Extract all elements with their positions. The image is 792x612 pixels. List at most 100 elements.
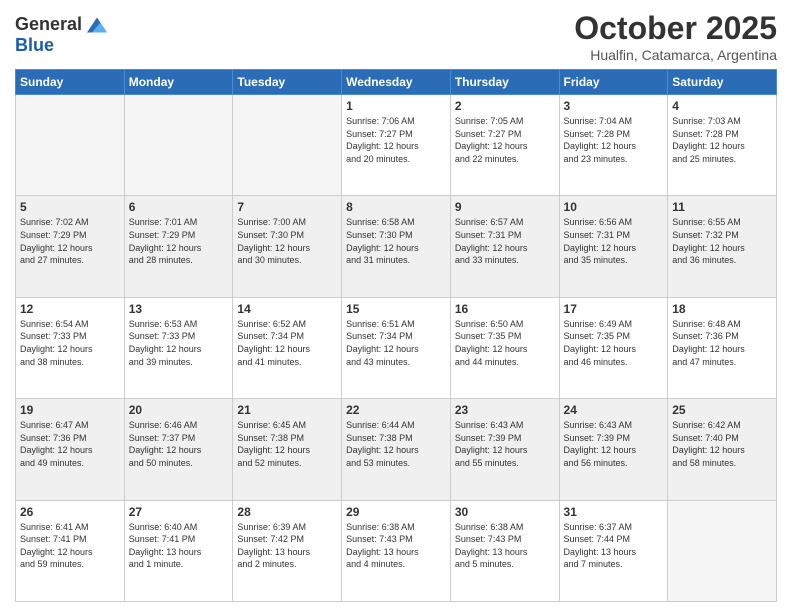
cell-date-number: 7 [237,200,337,214]
header-tuesday: Tuesday [233,70,342,95]
cell-date-number: 26 [20,505,120,519]
table-row: 31 Sunrise: 6:37 AM Sunset: 7:44 PM Dayli… [559,500,668,601]
table-row: 3 Sunrise: 7:04 AM Sunset: 7:28 PM Daylig… [559,95,668,196]
table-row: 23 Sunrise: 6:43 AM Sunset: 7:39 PM Dayli… [450,399,559,500]
cell-info: Sunrise: 6:43 AM Sunset: 7:39 PM Dayligh… [564,419,664,469]
cell-date-number: 4 [672,99,772,113]
table-row: 14Sunrise: 6:52 AM Sunset: 7:34 PM Dayli… [233,297,342,398]
cell-date-number: 22 [346,403,446,417]
header: General Blue October 2025 Hualfin, Catam… [15,10,777,63]
cell-date-number: 31 [564,505,664,519]
header-monday: Monday [124,70,233,95]
table-row: 13 Sunrise: 6:53 AM Sunset: 7:33 PM Dayli… [124,297,233,398]
logo: General Blue [15,14,107,56]
cell-info: Sunrise: 6:56 AM Sunset: 7:31 PM Dayligh… [564,216,664,266]
cell-info: Sunrise: 6:44 AM Sunset: 7:38 PM Dayligh… [346,419,446,469]
cell-date-number: 9 [455,200,555,214]
table-row [233,95,342,196]
cell-info: Sunrise: 6:43 AM Sunset: 7:39 PM Dayligh… [455,419,555,469]
table-row [668,500,777,601]
header-sunday: Sunday [16,70,125,95]
cell-date-number: 16 [455,302,555,316]
table-row: 11 Sunrise: 6:55 AM Sunset: 7:32 PM Dayli… [668,196,777,297]
cell-date-number: 10 [564,200,664,214]
cell-date-number: 11 [672,200,772,214]
cell-info: Sunrise: 6:58 AM Sunset: 7:30 PM Dayligh… [346,216,446,266]
logo-text-area: General Blue [15,14,107,56]
cell-date-number: 2 [455,99,555,113]
cell-info: Sunrise: 7:06 AM Sunset: 7:27 PM Dayligh… [346,115,446,165]
cell-date-number: 19 [20,403,120,417]
cell-info: Sunrise: 6:42 AM Sunset: 7:40 PM Dayligh… [672,419,772,469]
table-row: 2 Sunrise: 7:05 AM Sunset: 7:27 PM Daylig… [450,95,559,196]
cell-info: Sunrise: 7:05 AM Sunset: 7:27 PM Dayligh… [455,115,555,165]
header-thursday: Thursday [450,70,559,95]
header-friday: Friday [559,70,668,95]
calendar-table: Sunday Monday Tuesday Wednesday Thursday… [15,69,777,602]
table-row: 26 Sunrise: 6:41 AM Sunset: 7:41 PM Dayli… [16,500,125,601]
cell-date-number: 21 [237,403,337,417]
cell-info: Sunrise: 7:01 AM Sunset: 7:29 PM Dayligh… [129,216,229,266]
cell-info: Sunrise: 6:51 AM Sunset: 7:34 PM Dayligh… [346,318,446,368]
cell-info: Sunrise: 6:38 AM Sunset: 7:43 PM Dayligh… [455,521,555,571]
table-row: 27 Sunrise: 6:40 AM Sunset: 7:41 PM Dayli… [124,500,233,601]
table-row: 30 Sunrise: 6:38 AM Sunset: 7:43 PM Dayli… [450,500,559,601]
cell-date-number: 23 [455,403,555,417]
cell-info: Sunrise: 6:54 AM Sunset: 7:33 PM Dayligh… [20,318,120,368]
cell-info: Sunrise: 6:41 AM Sunset: 7:41 PM Dayligh… [20,521,120,571]
cell-info: Sunrise: 6:39 AM Sunset: 7:42 PM Dayligh… [237,521,337,571]
table-row: 7 Sunrise: 7:00 AM Sunset: 7:30 PM Daylig… [233,196,342,297]
table-row: 22 Sunrise: 6:44 AM Sunset: 7:38 PM Dayli… [342,399,451,500]
cell-date-number: 18 [672,302,772,316]
table-row: 28 Sunrise: 6:39 AM Sunset: 7:42 PM Dayli… [233,500,342,601]
cell-info: Sunrise: 6:40 AM Sunset: 7:41 PM Dayligh… [129,521,229,571]
cell-info: Sunrise: 7:04 AM Sunset: 7:28 PM Dayligh… [564,115,664,165]
cell-info: Sunrise: 7:00 AM Sunset: 7:30 PM Dayligh… [237,216,337,266]
cell-date-number: 12 [20,302,120,316]
cell-info: Sunrise: 7:03 AM Sunset: 7:28 PM Dayligh… [672,115,772,165]
page: General Blue October 2025 Hualfin, Catam… [0,0,792,612]
table-row [124,95,233,196]
cell-date-number: 25 [672,403,772,417]
cell-date-number: 5 [20,200,120,214]
header-saturday: Saturday [668,70,777,95]
cell-date-number: 17 [564,302,664,316]
header-wednesday: Wednesday [342,70,451,95]
table-row: 29Sunrise: 6:38 AM Sunset: 7:43 PM Dayli… [342,500,451,601]
calendar-week-row: 12 Sunrise: 6:54 AM Sunset: 7:33 PM Dayli… [16,297,777,398]
cell-info: Sunrise: 6:57 AM Sunset: 7:31 PM Dayligh… [455,216,555,266]
table-row: 18 Sunrise: 6:48 AM Sunset: 7:36 PM Dayli… [668,297,777,398]
cell-info: Sunrise: 6:55 AM Sunset: 7:32 PM Dayligh… [672,216,772,266]
logo-blue: Blue [15,35,54,55]
cell-date-number: 13 [129,302,229,316]
cell-info: Sunrise: 6:52 AM Sunset: 7:34 PM Dayligh… [237,318,337,368]
table-row: 5 Sunrise: 7:02 AM Sunset: 7:29 PM Daylig… [16,196,125,297]
cell-info: Sunrise: 6:48 AM Sunset: 7:36 PM Dayligh… [672,318,772,368]
table-row: 12 Sunrise: 6:54 AM Sunset: 7:33 PM Dayli… [16,297,125,398]
cell-info: Sunrise: 6:47 AM Sunset: 7:36 PM Dayligh… [20,419,120,469]
cell-date-number: 30 [455,505,555,519]
cell-date-number: 8 [346,200,446,214]
logo-icon [87,15,107,35]
cell-info: Sunrise: 6:46 AM Sunset: 7:37 PM Dayligh… [129,419,229,469]
cell-date-number: 29 [346,505,446,519]
table-row: 4 Sunrise: 7:03 AM Sunset: 7:28 PM Daylig… [668,95,777,196]
cell-date-number: 27 [129,505,229,519]
table-row: 1 Sunrise: 7:06 AM Sunset: 7:27 PM Daylig… [342,95,451,196]
logo-general: General [15,14,82,35]
calendar-week-row: 5 Sunrise: 7:02 AM Sunset: 7:29 PM Daylig… [16,196,777,297]
table-row: 20 Sunrise: 6:46 AM Sunset: 7:37 PM Dayli… [124,399,233,500]
table-row: 6Sunrise: 7:01 AM Sunset: 7:29 PM Daylig… [124,196,233,297]
cell-info: Sunrise: 7:02 AM Sunset: 7:29 PM Dayligh… [20,216,120,266]
cell-info: Sunrise: 6:53 AM Sunset: 7:33 PM Dayligh… [129,318,229,368]
title-area: October 2025 Hualfin, Catamarca, Argenti… [574,10,777,63]
cell-date-number: 20 [129,403,229,417]
cell-info: Sunrise: 6:37 AM Sunset: 7:44 PM Dayligh… [564,521,664,571]
cell-date-number: 28 [237,505,337,519]
calendar-week-row: 1 Sunrise: 7:06 AM Sunset: 7:27 PM Daylig… [16,95,777,196]
table-row: 16Sunrise: 6:50 AM Sunset: 7:35 PM Dayli… [450,297,559,398]
cell-info: Sunrise: 6:45 AM Sunset: 7:38 PM Dayligh… [237,419,337,469]
cell-date-number: 1 [346,99,446,113]
cell-date-number: 3 [564,99,664,113]
table-row: 17Sunrise: 6:49 AM Sunset: 7:35 PM Dayli… [559,297,668,398]
